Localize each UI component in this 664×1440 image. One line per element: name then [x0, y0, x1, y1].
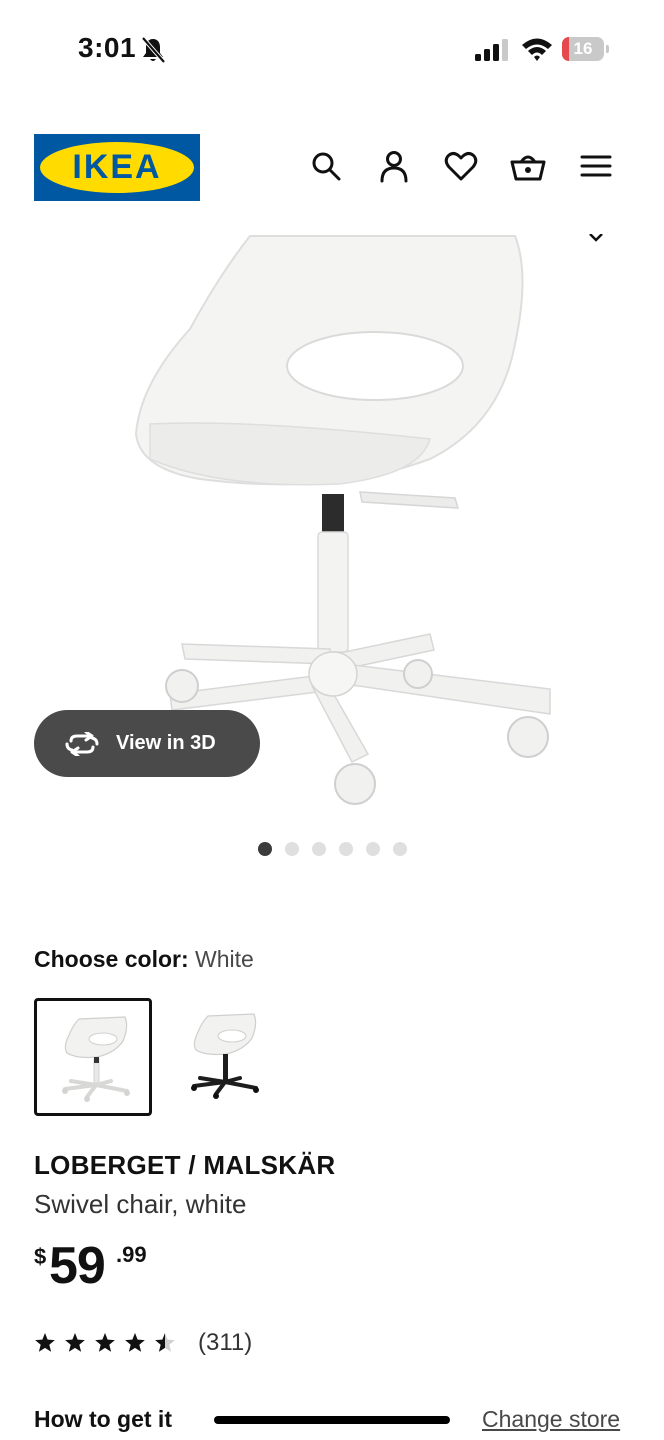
wifi-icon — [522, 38, 552, 61]
header: IKEA — [0, 126, 664, 210]
product-name: LOBERGET / MALSKÄR — [34, 1150, 336, 1180]
how-to-get-it-heading: How to get it — [34, 1406, 172, 1432]
logo-text: IKEA — [72, 148, 162, 186]
gallery-dot[interactable] — [392, 842, 407, 856]
gallery-dot[interactable] — [257, 842, 272, 856]
price-integer: 59 — [49, 1237, 106, 1295]
cart-icon[interactable] — [510, 148, 546, 184]
battery-level: 16 — [573, 39, 593, 58]
review-count: (311) — [198, 1329, 253, 1356]
heart-icon[interactable] — [443, 148, 479, 184]
account-icon[interactable] — [376, 148, 412, 184]
white-chair-thumbnail — [62, 1016, 130, 1102]
star-icon — [35, 1333, 55, 1352]
battery-icon: 16 — [562, 37, 610, 61]
color-swatch-white[interactable] — [34, 998, 152, 1116]
star-icon — [65, 1333, 85, 1352]
product-gallery[interactable]: View in 3D — [0, 234, 664, 824]
gallery-dot[interactable] — [311, 842, 326, 856]
choose-color-label: Choose color: — [34, 946, 189, 972]
status-time: 3:01 — [78, 32, 137, 63]
change-store-link[interactable]: Change store — [482, 1406, 620, 1433]
star-icon — [95, 1333, 115, 1352]
selected-color-value: White — [195, 946, 254, 972]
search-icon[interactable] — [308, 148, 344, 184]
gallery-dot[interactable] — [338, 842, 353, 856]
home-indicator — [214, 1416, 450, 1424]
color-swatch-black[interactable] — [166, 998, 284, 1116]
price-currency: $ — [34, 1244, 47, 1269]
black-base-chair-thumbnail — [191, 1013, 259, 1099]
cellular-signal-icon — [475, 39, 508, 61]
menu-icon[interactable] — [578, 148, 614, 184]
status-bar: 3:01 16 — [0, 0, 664, 100]
view-in-3d-button[interactable]: View in 3D — [34, 710, 260, 777]
product-rating[interactable]: (311) — [34, 1328, 252, 1358]
star-icon — [155, 1333, 175, 1352]
rotate-3d-icon — [65, 731, 99, 756]
price-decimal: .99 — [116, 1242, 147, 1267]
star-icon — [125, 1333, 145, 1352]
choose-color: Choose color: White — [34, 946, 254, 973]
view-in-3d-label: View in 3D — [116, 732, 216, 754]
gallery-pagination — [0, 842, 664, 856]
gallery-dot[interactable] — [284, 842, 299, 856]
bell-slash-icon — [141, 36, 166, 64]
gallery-dot[interactable] — [365, 842, 380, 856]
product-description: Swivel chair, white — [34, 1189, 247, 1219]
ikea-logo[interactable]: IKEA — [34, 134, 200, 201]
